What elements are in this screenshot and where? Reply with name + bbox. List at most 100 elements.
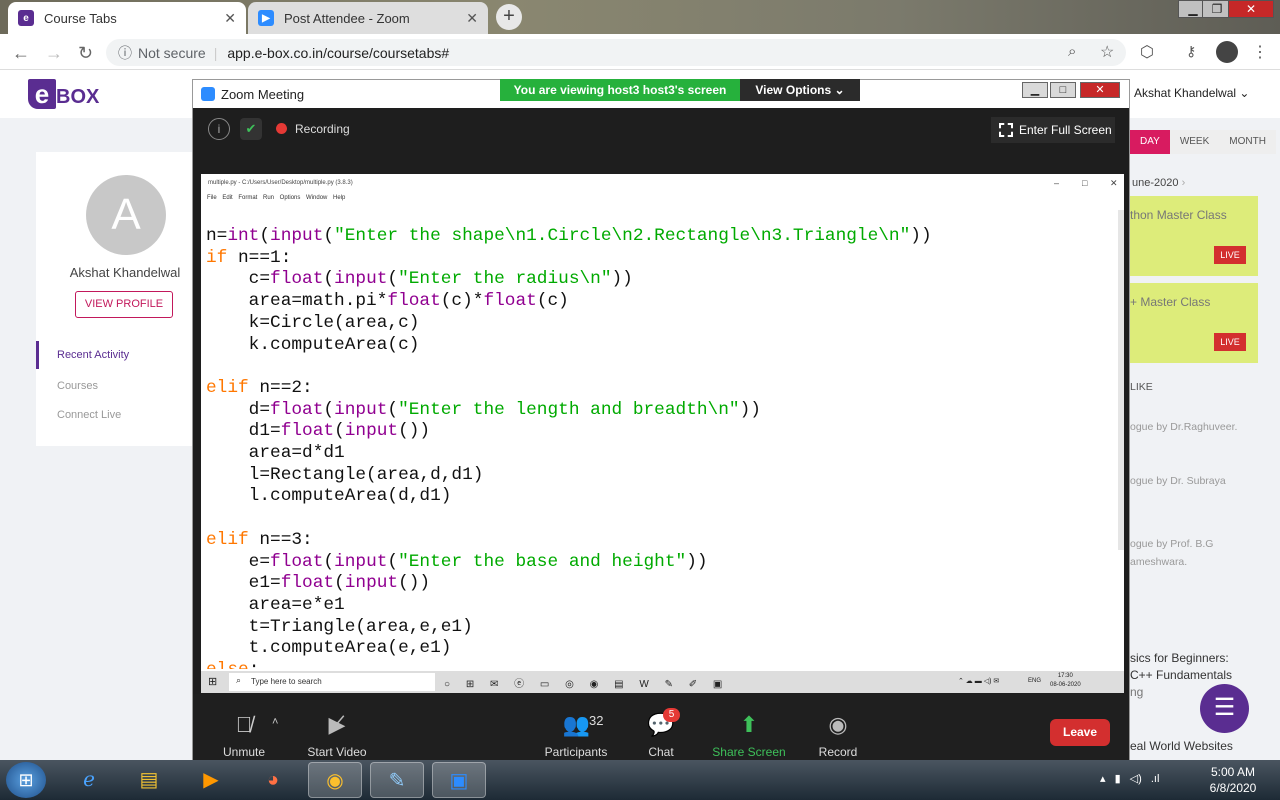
shield-icon[interactable]: ✔ — [240, 118, 262, 140]
participants-icon[interactable]: 👥 — [530, 712, 590, 738]
code-line: t.computeArea(e,e1) — [206, 638, 452, 659]
tab-course-tabs[interactable]: e Course Tabs ✕ — [8, 2, 246, 34]
ie-icon[interactable]: ℯ — [62, 762, 116, 798]
menu-fab-icon[interactable]: ☰ — [1200, 684, 1249, 733]
event-card[interactable]: thon Master Class LIVE — [1130, 196, 1258, 276]
key-icon[interactable]: ⚷ — [1186, 43, 1196, 60]
close-window-button[interactable]: ✕ — [1228, 0, 1274, 18]
blog-item-cont: ameshwara. — [1130, 556, 1188, 568]
chrome-icon[interactable]: ◉ — [308, 762, 362, 798]
idle-window-title: multiple.py - C:/Users/User/Desktop/mult… — [208, 180, 353, 186]
code-line: n=int(input("Enter the shape\n1.Circle\n… — [206, 226, 932, 246]
code-line: c=float(input("Enter the radius\n")) — [206, 269, 633, 290]
month-button[interactable]: MONTH — [1219, 130, 1276, 154]
zoom-close-button[interactable]: ✕ — [1080, 82, 1120, 98]
course-item[interactable]: eal World Websites — [1130, 739, 1233, 753]
close-tab-icon[interactable]: ✕ — [466, 10, 478, 27]
avatar: A — [86, 175, 166, 255]
logo-e: e — [28, 79, 56, 109]
clock-date: 6/8/2020 — [1209, 781, 1257, 795]
info-icon[interactable]: ⓘ — [118, 43, 132, 63]
ebox-logo[interactable]: e BOX — [28, 79, 100, 109]
zoom-lens-icon[interactable]: ⌕ — [1068, 43, 1076, 60]
chat-button[interactable]: Chat — [616, 745, 706, 759]
tab-title: Course Tabs — [44, 10, 117, 26]
firefox-icon[interactable]: ◕ — [246, 762, 300, 798]
code-line: if n==1: — [206, 247, 292, 268]
zoom-minimize-button[interactable]: ▁ — [1022, 82, 1048, 98]
audio-options-chevron-icon[interactable]: ˄ — [272, 716, 278, 728]
scrollbar — [1118, 210, 1124, 550]
video-off-icon[interactable]: ▶̸ — [292, 712, 382, 738]
clock-time: 5:00 AM — [1210, 765, 1256, 779]
code-line: area=d*d1 — [206, 443, 345, 464]
blog-item[interactable]: ogue by Dr. Subraya — [1130, 475, 1226, 487]
recording-label: Recording — [295, 122, 350, 136]
start-button[interactable]: ⊞ — [6, 762, 46, 798]
reload-icon[interactable]: ↻ — [78, 43, 93, 64]
share-screen-button[interactable]: Share Screen — [704, 745, 794, 759]
event-card[interactable]: + Master Class LIVE — [1130, 283, 1258, 363]
paint-icon[interactable]: ✎ — [370, 762, 424, 798]
course-item[interactable]: C++ Fundamentals — [1130, 668, 1232, 682]
search-icon: ⌕ — [236, 675, 242, 685]
record-button[interactable]: Record — [793, 745, 883, 759]
unmute-button[interactable]: Unmute — [199, 745, 289, 759]
enter-full-screen-button[interactable]: Enter Full Screen — [991, 117, 1115, 143]
media-player-icon[interactable]: ▶ — [184, 762, 238, 798]
url-text[interactable]: app.e-box.co.in/course/coursetabs# — [227, 45, 449, 61]
day-button[interactable]: DAY — [1130, 130, 1170, 154]
nav-courses[interactable]: Courses — [57, 380, 98, 392]
explorer-icon[interactable]: ▤ — [122, 762, 176, 798]
start-video-button[interactable]: Start Video — [292, 745, 382, 759]
course-item[interactable]: sics for Beginners: — [1130, 651, 1229, 665]
new-tab-button[interactable]: + — [496, 4, 522, 30]
chat-icon[interactable]: 💬 — [616, 712, 706, 738]
close-tab-icon[interactable]: ✕ — [224, 10, 236, 27]
leave-button[interactable]: Leave — [1050, 719, 1110, 746]
chevron-right-icon[interactable]: › — [1182, 177, 1186, 189]
nav-connect-live[interactable]: Connect Live — [57, 409, 121, 421]
zoom-maximize-button[interactable]: □ — [1050, 82, 1076, 98]
view-options-button[interactable]: View Options ⌄ — [740, 79, 860, 101]
shared-tray-icons: ⌃ ☁ ▬ ◁) ✉ — [958, 678, 1000, 685]
system-tray-icons[interactable]: ▴ ▮ ◁) .ıl — [1100, 772, 1159, 785]
view-profile-button[interactable]: VIEW PROFILE — [75, 291, 173, 318]
calendar-date: une-2020 › — [1132, 177, 1185, 189]
code-line: k.computeArea(c) — [206, 334, 420, 355]
profile-avatar[interactable] — [1216, 41, 1238, 63]
code-line: e=float(input("Enter the base and height… — [206, 551, 708, 572]
nav-recent-activity[interactable]: Recent Activity — [57, 349, 129, 361]
record-dot-icon — [276, 123, 287, 134]
live-badge: LIVE — [1214, 333, 1246, 351]
share-screen-icon[interactable]: ⬆ — [704, 712, 794, 738]
info-icon[interactable]: i — [208, 118, 230, 140]
idle-menu-bar: File Edit Format Run Options Window Help — [207, 195, 346, 201]
participants-button[interactable]: Participants — [531, 745, 621, 759]
header-user-menu[interactable]: Akshat Khandelwal ⌄ — [1134, 86, 1249, 100]
omnibox[interactable]: ⓘ Not secure | app.e-box.co.in/course/co… — [106, 39, 1126, 66]
back-icon[interactable]: ← — [12, 43, 30, 64]
code-line: d=float(input("Enter the length and brea… — [206, 399, 761, 420]
taskbar-clock[interactable]: 5:00 AM 6/8/2020 — [1196, 764, 1270, 796]
blog-item[interactable]: ogue by Prof. B.G — [1130, 538, 1213, 550]
zoom-taskbar-icon[interactable]: ▣ — [432, 762, 486, 798]
extension-icon[interactable]: ⬡ — [1140, 42, 1154, 62]
code-line: elif n==3: — [206, 529, 313, 550]
tab-zoom[interactable]: ▶ Post Attendee - Zoom ✕ — [248, 2, 488, 34]
live-badge: LIVE — [1214, 246, 1246, 264]
zoom-favicon-icon: ▶ — [258, 10, 274, 26]
blog-item[interactable]: ogue by Dr.Raghuveer. — [1130, 421, 1237, 433]
chat-badge: 5 — [663, 708, 680, 722]
windows-start-icon: ⊞ — [208, 676, 218, 688]
week-button[interactable]: WEEK — [1169, 130, 1220, 154]
view-options-label: View Options — [755, 83, 832, 97]
code-line: elif n==2: — [206, 377, 313, 398]
viewing-banner: You are viewing host3 host3's screen — [500, 79, 740, 101]
record-icon[interactable]: ◉ — [793, 712, 883, 738]
forward-icon[interactable]: → — [45, 43, 63, 64]
menu-icon[interactable]: ⋮ — [1252, 42, 1268, 62]
idle-minimize-icon: – — [1054, 178, 1060, 188]
shared-taskbar-icons: ○ ⊞ ✉ ⓔ ▭ ◎ ◉ ▤ W ✎ ✐ ▣ — [444, 679, 723, 690]
bookmark-star-icon[interactable]: ☆ — [1100, 42, 1114, 62]
